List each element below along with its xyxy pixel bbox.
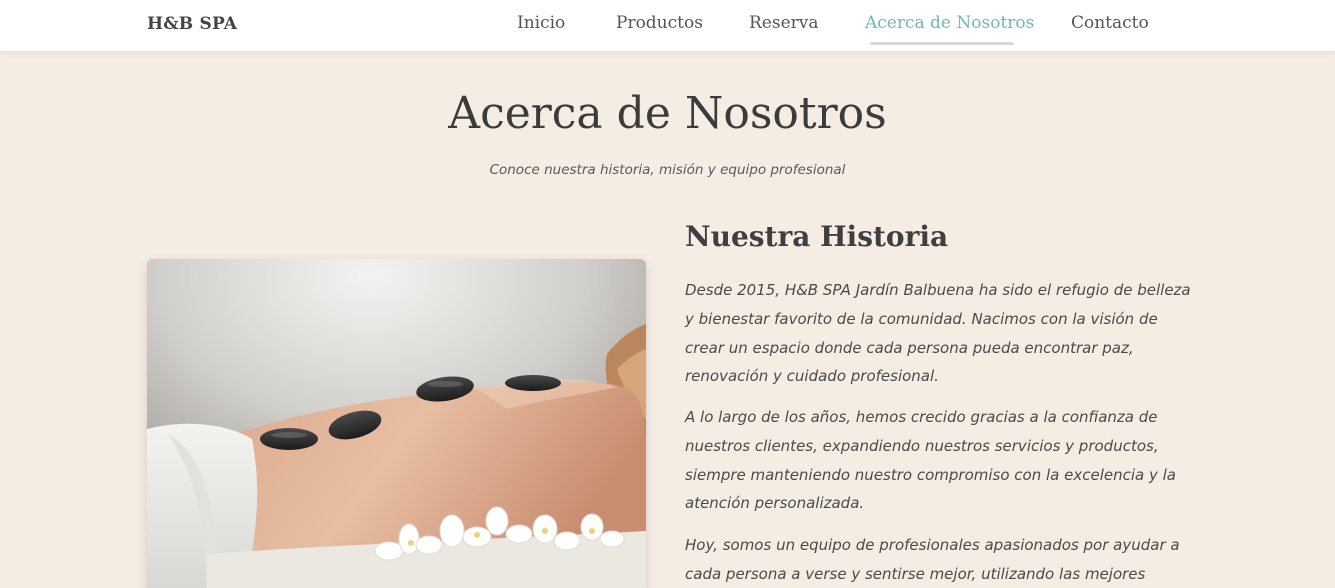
history-paragraph-3: Hoy, somos un equipo de profesionales ap…: [685, 536, 1180, 583]
nav-link-reserva[interactable]: Reserva: [749, 13, 819, 33]
nav-link-productos[interactable]: Productos: [616, 13, 703, 33]
history-paragraph-1: Desde 2015, H&B SPA Jardín Balbuena ha s…: [685, 281, 1191, 386]
active-nav-underline: [870, 42, 1014, 45]
photo-illustration: [147, 259, 646, 588]
nav-link-acerca[interactable]: Acerca de Nosotros: [865, 13, 1034, 33]
page-subtitle: Conoce nuestra historia, misión y equipo…: [489, 162, 846, 178]
nav-link-contacto[interactable]: Contacto: [1071, 13, 1149, 33]
page-title: Acerca de Nosotros: [448, 88, 887, 139]
nav-link-inicio[interactable]: Inicio: [517, 13, 565, 33]
history-paragraph-2: A lo largo de los años, hemos crecido gr…: [685, 408, 1176, 513]
history-heading: Nuestra Historia: [685, 220, 949, 253]
brand-logo[interactable]: H&B SPA: [147, 14, 237, 34]
navbar: H&B SPA Inicio Productos Reserva Acerca …: [0, 0, 1335, 51]
hot-stone-massage-photo: [147, 259, 646, 588]
